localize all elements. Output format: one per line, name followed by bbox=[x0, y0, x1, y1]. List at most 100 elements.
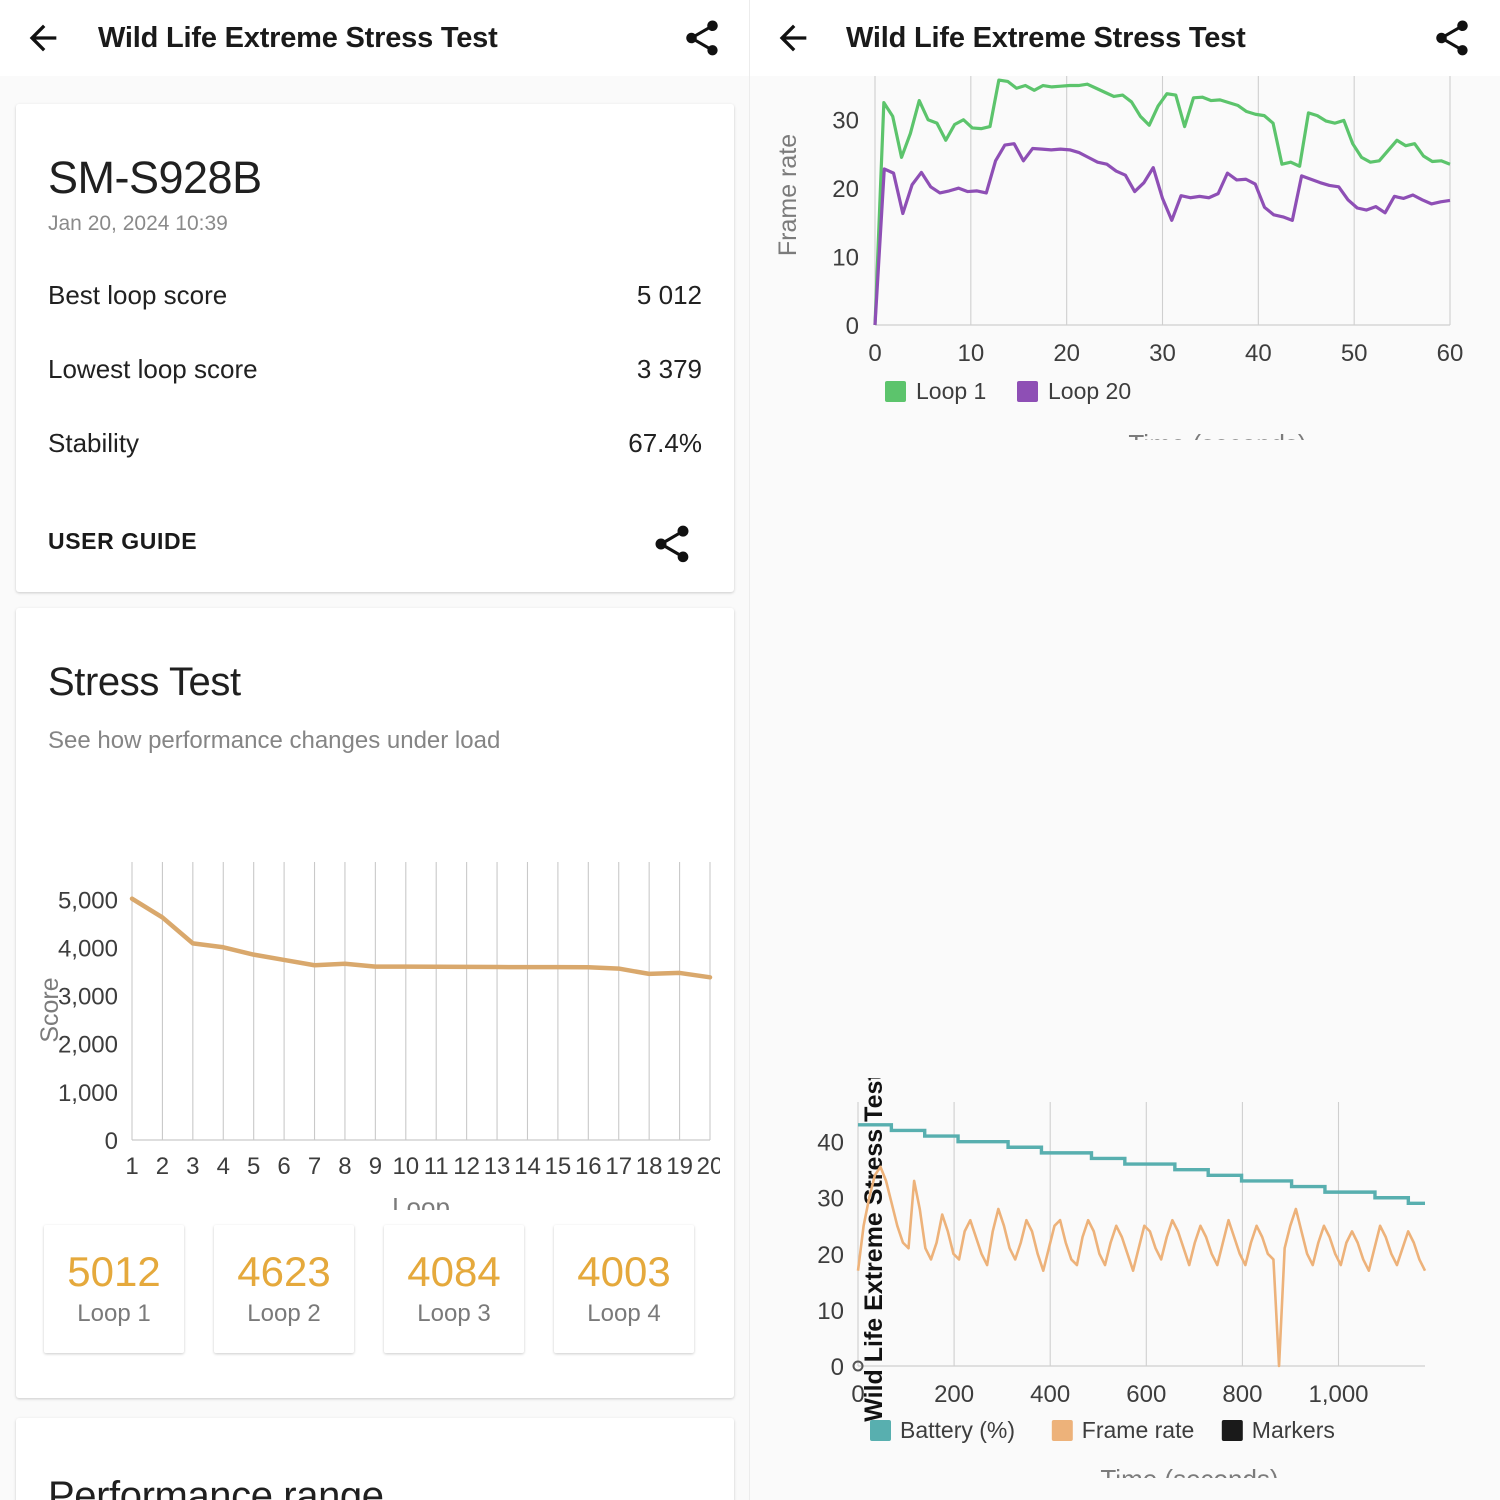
stress-test-chart: 0 1,000 2,000 3,000 4,000 5,000 1 2 3 4 5 6 7 8 9 10 11 1… bbox=[40, 850, 720, 1210]
svg-text:Time (seconds): Time (seconds) bbox=[1100, 1464, 1278, 1478]
svg-text:4: 4 bbox=[217, 1153, 230, 1180]
page-title: Wild Life Extreme Stress Test bbox=[98, 21, 498, 54]
loop-score-value: 4084 bbox=[407, 1247, 501, 1295]
svg-text:0: 0 bbox=[846, 313, 859, 340]
svg-text:5: 5 bbox=[247, 1153, 260, 1180]
performance-range-card: Performance range bbox=[16, 1418, 734, 1500]
svg-text:50: 50 bbox=[1341, 340, 1368, 367]
user-guide-link[interactable]: USER GUIDE bbox=[48, 528, 197, 555]
loop-score-label: Loop 4 bbox=[587, 1300, 661, 1328]
stat-label: Stability bbox=[48, 428, 140, 458]
share-icon bbox=[1436, 20, 1468, 56]
run-timestamp: Jan 20, 2024 10:39 bbox=[48, 212, 228, 235]
svg-text:200: 200 bbox=[934, 1381, 974, 1408]
svg-text:Loop 20: Loop 20 bbox=[1048, 378, 1131, 404]
svg-text:20: 20 bbox=[817, 1242, 844, 1269]
stat-value: 5 012 bbox=[636, 280, 702, 310]
frame-rate-chart-svg: 0 10 20 30 0 10 20 30 40 50 60 Frame rate Loop 1 Loop… bbox=[774, 45, 1464, 440]
arrow-left-icon bbox=[29, 24, 57, 52]
svg-text:9: 9 bbox=[369, 1153, 382, 1180]
svg-text:1,000: 1,000 bbox=[1308, 1381, 1368, 1408]
left-phone-screen: Wild Life Extreme Stress Test SM-S928B J… bbox=[0, 0, 750, 1500]
loop-score-card[interactable]: 4623 Loop 2 bbox=[214, 1225, 354, 1353]
stress-test-subtitle: See how performance changes under load bbox=[48, 727, 501, 754]
svg-text:10: 10 bbox=[392, 1153, 419, 1180]
loop-score-value: 5012 bbox=[67, 1247, 161, 1295]
svg-text:Loop 1: Loop 1 bbox=[916, 378, 986, 404]
svg-text:30: 30 bbox=[817, 1186, 844, 1213]
svg-text:1: 1 bbox=[125, 1153, 138, 1180]
user-guide-row: USER GUIDE bbox=[48, 522, 702, 566]
page-title: Wild Life Extreme Stress Test bbox=[846, 21, 1246, 54]
share-icon bbox=[655, 525, 689, 563]
app-bar-right: Wild Life Extreme Stress Test bbox=[750, 0, 1500, 76]
svg-text:18: 18 bbox=[636, 1153, 663, 1180]
battery-frame-rate-chart-svg: 0102030400 200 400 600 800 1,000Wild Life Ext… bbox=[817, 1078, 1427, 1478]
svg-text:Markers: Markers bbox=[1252, 1417, 1335, 1443]
loop-score-value: 4623 bbox=[237, 1247, 331, 1295]
share-button[interactable] bbox=[1404, 17, 1500, 59]
svg-text:4,000: 4,000 bbox=[58, 935, 118, 962]
svg-text:Frame rate: Frame rate bbox=[774, 134, 802, 256]
svg-text:20: 20 bbox=[1053, 340, 1080, 367]
svg-text:Score: Score bbox=[40, 977, 64, 1042]
stat-row-best-loop: Best loop score 5 012 bbox=[48, 280, 702, 324]
loop-score-label: Loop 2 bbox=[247, 1300, 321, 1328]
stat-label: Lowest loop score bbox=[48, 354, 258, 384]
svg-text:7: 7 bbox=[308, 1153, 321, 1180]
svg-text:8: 8 bbox=[338, 1153, 351, 1180]
loop-score-card[interactable]: 4084 Loop 3 bbox=[384, 1225, 524, 1353]
svg-text:12: 12 bbox=[453, 1153, 480, 1180]
frame-rate-chart: 0 10 20 30 0 10 20 30 40 50 60 Frame rate Loop 1 Loop… bbox=[760, 20, 1490, 440]
performance-range-title: Performance range bbox=[48, 1474, 384, 1500]
svg-text:3,000: 3,000 bbox=[58, 984, 118, 1011]
svg-text:5,000: 5,000 bbox=[58, 887, 118, 914]
stat-value: 3 379 bbox=[636, 354, 702, 384]
loop-score-value: 4003 bbox=[577, 1247, 671, 1295]
app-bar-left: Wild Life Extreme Stress Test bbox=[0, 0, 750, 76]
svg-text:14: 14 bbox=[514, 1153, 541, 1180]
svg-text:Battery (%): Battery (%) bbox=[900, 1417, 1015, 1443]
svg-text:10: 10 bbox=[957, 340, 984, 367]
loop-score-cards: 5012 Loop 1 4623 Loop 2 4084 Loop 3 4003… bbox=[44, 1225, 694, 1353]
arrow-left-icon bbox=[779, 24, 807, 52]
stat-value: 67.4% bbox=[628, 428, 702, 458]
svg-text:0: 0 bbox=[105, 1128, 118, 1155]
svg-text:19: 19 bbox=[666, 1153, 693, 1180]
loop-score-card[interactable]: 5012 Loop 1 bbox=[44, 1225, 184, 1353]
loop-score-label: Loop 3 bbox=[417, 1300, 491, 1328]
stat-label: Best loop score bbox=[48, 280, 228, 310]
svg-text:16: 16 bbox=[575, 1153, 602, 1180]
stat-row-lowest-loop: Lowest loop score 3 379 bbox=[48, 354, 702, 398]
device-summary-card: SM-S928B Jan 20, 2024 10:39 Best loop sc… bbox=[16, 104, 734, 592]
svg-text:60: 60 bbox=[1437, 340, 1464, 367]
svg-text:30: 30 bbox=[1149, 340, 1176, 367]
loop-score-card[interactable]: 4003 Loop 4 bbox=[554, 1225, 694, 1353]
share-result-button[interactable] bbox=[650, 522, 694, 571]
svg-text:20: 20 bbox=[697, 1153, 720, 1180]
svg-text:20: 20 bbox=[832, 176, 859, 203]
svg-text:3: 3 bbox=[186, 1153, 199, 1180]
svg-text:Loop: Loop bbox=[392, 1192, 450, 1210]
svg-text:Time (seconds): Time (seconds) bbox=[1128, 429, 1306, 440]
back-button[interactable] bbox=[0, 18, 86, 58]
share-button[interactable] bbox=[654, 17, 750, 59]
device-name: SM-S928B bbox=[48, 152, 262, 203]
battery-frame-rate-chart: 0 10 20 30 40 0 200 400 600 800 1,000 Wild Life Ext… bbox=[790, 1078, 1490, 1478]
svg-text:30: 30 bbox=[832, 108, 859, 135]
loop-score-label: Loop 1 bbox=[77, 1300, 151, 1328]
svg-text:0: 0 bbox=[868, 340, 881, 367]
svg-text:600: 600 bbox=[1126, 1381, 1166, 1408]
svg-text:40: 40 bbox=[1245, 340, 1272, 367]
svg-text:6: 6 bbox=[277, 1153, 290, 1180]
panel-divider bbox=[749, 0, 750, 1500]
stat-row-stability: Stability 67.4% bbox=[48, 428, 702, 472]
svg-text:10: 10 bbox=[832, 245, 859, 272]
svg-text:11: 11 bbox=[424, 1153, 449, 1180]
svg-text:1,000: 1,000 bbox=[58, 1080, 118, 1107]
back-button[interactable] bbox=[750, 18, 836, 58]
svg-text:40: 40 bbox=[817, 1130, 844, 1157]
svg-text:800: 800 bbox=[1222, 1381, 1262, 1408]
stress-test-title: Stress Test bbox=[48, 660, 241, 704]
svg-text:17: 17 bbox=[605, 1153, 632, 1180]
